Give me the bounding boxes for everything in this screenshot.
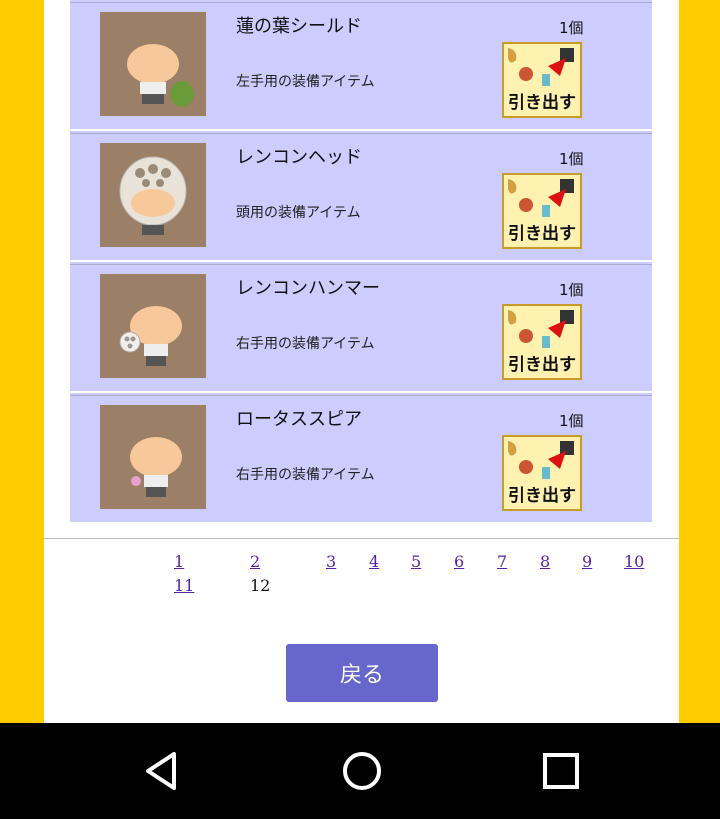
ornament-icon (508, 48, 517, 63)
page-link[interactable]: 5 (411, 552, 421, 571)
current-page: 12 (250, 576, 271, 595)
row-divider (70, 2, 652, 3)
square-recents-icon (543, 753, 579, 789)
back-nav-button[interactable] (136, 746, 186, 796)
withdraw-label: 引き出す (508, 224, 576, 244)
withdraw-label: 引き出す (508, 486, 576, 506)
item-name: レンコンヘッド (236, 147, 362, 168)
page-link[interactable]: 8 (540, 552, 550, 571)
withdraw-button[interactable]: 引き出す (502, 304, 582, 380)
avatar (100, 405, 206, 509)
row-divider (70, 264, 652, 265)
page-link[interactable]: 3 (326, 552, 336, 571)
avatar (100, 143, 206, 247)
row-divider (70, 395, 652, 396)
character-icon (519, 329, 533, 343)
item-description: 右手用の装備アイテム (236, 467, 375, 483)
avatar (100, 274, 206, 378)
arrow-icon (548, 58, 566, 76)
row-divider (70, 133, 652, 134)
item-description: 右手用の装備アイテム (236, 336, 375, 352)
character-icon (519, 67, 533, 81)
item-count: 1個 (559, 412, 584, 430)
ornament-icon (508, 310, 517, 325)
avatar (100, 12, 206, 116)
lotus-leaf-shield-icon (170, 81, 194, 107)
item-description: 頭用の装備アイテム (236, 205, 361, 221)
circle-home-icon (343, 752, 381, 790)
withdraw-button[interactable]: 引き出す (502, 42, 582, 118)
page-link[interactable]: 1 (174, 552, 184, 571)
list-item: レンコンハンマー 1個 右手用の装備アイテム 引き出す (70, 262, 652, 393)
item-list: 蓮の葉シールド 1個 左手用の装備アイテム 引き出す レンコンヘッド 1個 頭用… (70, 0, 652, 524)
bottle-icon (542, 74, 550, 86)
item-count: 1個 (559, 150, 584, 168)
item-description: 左手用の装備アイテム (236, 74, 375, 90)
page-link[interactable]: 10 (624, 552, 644, 571)
item-name: レンコンハンマー (236, 278, 380, 299)
withdraw-label: 引き出す (508, 355, 576, 375)
page-link[interactable]: 11 (174, 576, 194, 595)
main-content: 蓮の葉シールド 1個 左手用の装備アイテム 引き出す レンコンヘッド 1個 頭用… (44, 0, 679, 723)
page-link[interactable]: 4 (369, 552, 379, 571)
page-link[interactable]: 9 (582, 552, 592, 571)
item-count: 1個 (559, 19, 584, 37)
withdraw-button[interactable]: 引き出す (502, 435, 582, 511)
item-name: 蓮の葉シールド (236, 16, 362, 37)
character-icon (519, 460, 533, 474)
bottle-icon (542, 205, 550, 217)
pagination: 1 2 3 4 5 6 7 8 9 10 11 12 (44, 550, 679, 600)
section-divider (44, 538, 679, 539)
page-link[interactable]: 7 (497, 552, 507, 571)
triangle-back-icon (146, 752, 176, 790)
back-button[interactable]: 戻る (286, 644, 438, 702)
lotus-root-hammer-icon (119, 331, 141, 353)
page-link[interactable]: 2 (250, 552, 260, 571)
android-nav-bar (0, 723, 720, 819)
page-link[interactable]: 6 (454, 552, 464, 571)
arrow-icon (548, 189, 566, 207)
list-item: 蓮の葉シールド 1個 左手用の装備アイテム 引き出す (70, 0, 652, 131)
ornament-icon (508, 179, 517, 194)
lotus-spear-icon (131, 476, 141, 486)
arrow-icon (548, 320, 566, 338)
withdraw-button[interactable]: 引き出す (502, 173, 582, 249)
item-name: ロータススピア (236, 409, 362, 430)
bottle-icon (542, 336, 550, 348)
home-nav-button[interactable] (337, 746, 387, 796)
list-item: レンコンヘッド 1個 頭用の装備アイテム 引き出す (70, 131, 652, 262)
bottle-icon (542, 467, 550, 479)
ornament-icon (508, 441, 517, 456)
recents-nav-button[interactable] (536, 746, 586, 796)
item-count: 1個 (559, 281, 584, 299)
character-icon (519, 198, 533, 212)
withdraw-label: 引き出す (508, 93, 576, 113)
list-item: ロータススピア 1個 右手用の装備アイテム 引き出す (70, 393, 652, 524)
arrow-icon (548, 451, 566, 469)
